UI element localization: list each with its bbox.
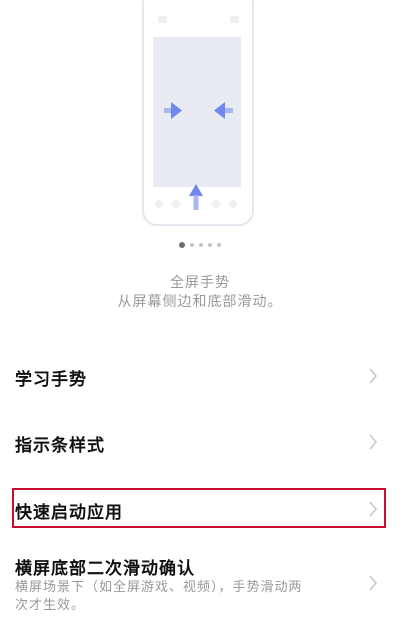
gesture-mode-title: 全屏手势 — [170, 275, 230, 291]
setting-label: 横屏底部二次滑动确认 — [15, 559, 195, 579]
page-indicator — [0, 242, 400, 248]
chevron-right-icon — [369, 434, 378, 450]
setting-learn-gestures[interactable]: 学习手势 — [0, 357, 400, 397]
chevron-right-icon — [369, 368, 378, 384]
page-dot — [190, 243, 194, 247]
gesture-mode-subtitle: 从屏幕侧边和底部滑动。 — [117, 294, 283, 310]
gesture-illustration — [0, 0, 400, 235]
page-dot — [199, 243, 203, 247]
page-dot — [217, 243, 221, 247]
setting-description: 横屏场景下（如全屏游戏、视频），手势滑动两次才生效。 — [15, 580, 303, 613]
chevron-right-icon — [369, 575, 378, 591]
page-dot — [208, 243, 212, 247]
setting-landscape-double-swipe[interactable]: 横屏底部二次滑动确认 横屏场景下（如全屏游戏、视频），手势滑动两次才生效。 — [0, 550, 400, 630]
phone-gesture-icon — [142, 0, 254, 226]
highlight-box — [12, 488, 386, 528]
setting-indicator-style[interactable]: 指示条样式 — [0, 423, 400, 463]
page-dot-active — [179, 242, 185, 248]
setting-label: 指示条样式 — [15, 436, 105, 456]
setting-label: 学习手势 — [15, 370, 87, 390]
